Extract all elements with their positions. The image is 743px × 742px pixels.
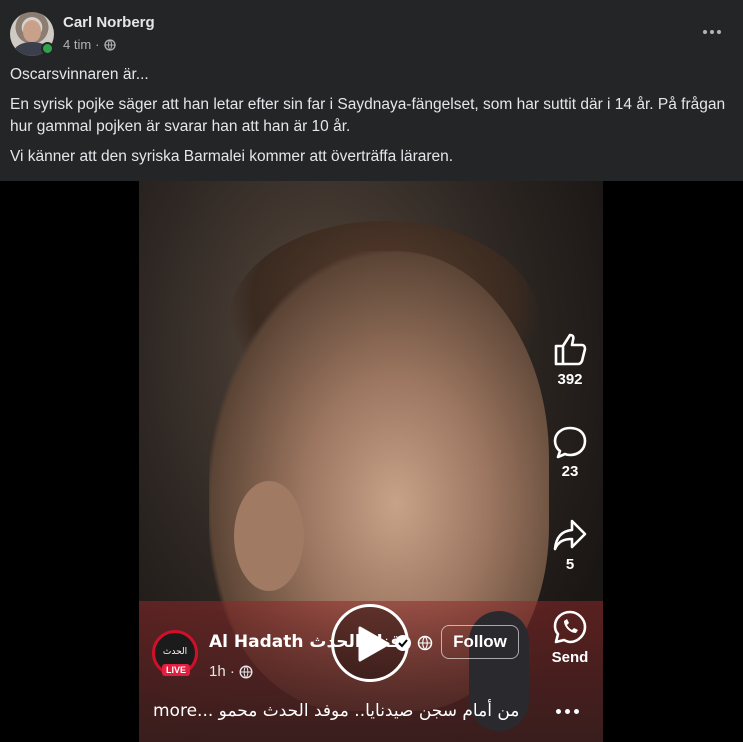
more-dot (710, 30, 714, 34)
more-dot (574, 709, 579, 714)
post-text: Oscarsvinnaren är... En syrisk pojke säg… (10, 64, 730, 176)
comment-count: 23 (561, 463, 579, 480)
send-label: Send (551, 649, 589, 666)
thumbs-up-icon (554, 333, 587, 366)
online-status-dot (41, 42, 54, 55)
comment-action[interactable]: 23 (540, 425, 600, 480)
share-count: 5 (565, 556, 575, 573)
whatsapp-icon (553, 610, 587, 644)
share-icon (553, 519, 587, 551)
author-name[interactable]: Carl Norberg (63, 14, 155, 31)
post-meta: 4 tim · (63, 37, 116, 52)
share-action[interactable]: 5 (540, 518, 600, 573)
more-dot (717, 30, 721, 34)
video-caption[interactable]: more... من أمام سجن صيدنايا.. موفد الحدث… (153, 701, 533, 721)
channel-logo-text: الحدث (162, 647, 188, 657)
globe-icon (103, 38, 116, 51)
comment-icon (553, 426, 587, 459)
avatar-face (23, 20, 41, 42)
frame-ear (234, 481, 304, 591)
follow-button[interactable]: Follow (441, 625, 519, 659)
more-dot (565, 709, 570, 714)
post-line: Oscarsvinnaren är... (10, 66, 149, 83)
post-line: En syrisk pojke säger att han letar efte… (10, 96, 726, 135)
post-line: Vi känner att den syriska Barmalei komme… (10, 148, 454, 165)
like-action[interactable]: 392 (540, 331, 600, 388)
send-action[interactable]: Send (540, 609, 600, 666)
video-player[interactable]: 392 23 5 Send الحدث LIVE Al Hadath قناة … (0, 181, 743, 742)
live-badge: LIVE (162, 664, 191, 676)
post-time[interactable]: 4 tim (63, 37, 91, 52)
like-count: 392 (557, 371, 583, 388)
more-dot (703, 30, 707, 34)
post-options-button[interactable] (698, 20, 726, 44)
post-header: Carl Norberg 4 tim · (0, 0, 743, 62)
more-dot (556, 709, 561, 714)
video-more-button[interactable] (556, 709, 579, 714)
channel-name[interactable]: Al Hadath قناة الحدث (209, 632, 401, 652)
channel-time: 1h · (209, 663, 235, 680)
globe-icon (417, 635, 433, 651)
meta-separator: · (95, 37, 100, 52)
channel-info: الحدث LIVE Al Hadath قناة الحدث Follow 1… (152, 625, 532, 690)
verified-icon (395, 635, 411, 651)
channel-meta: 1h · (209, 663, 253, 680)
globe-icon (239, 664, 253, 679)
